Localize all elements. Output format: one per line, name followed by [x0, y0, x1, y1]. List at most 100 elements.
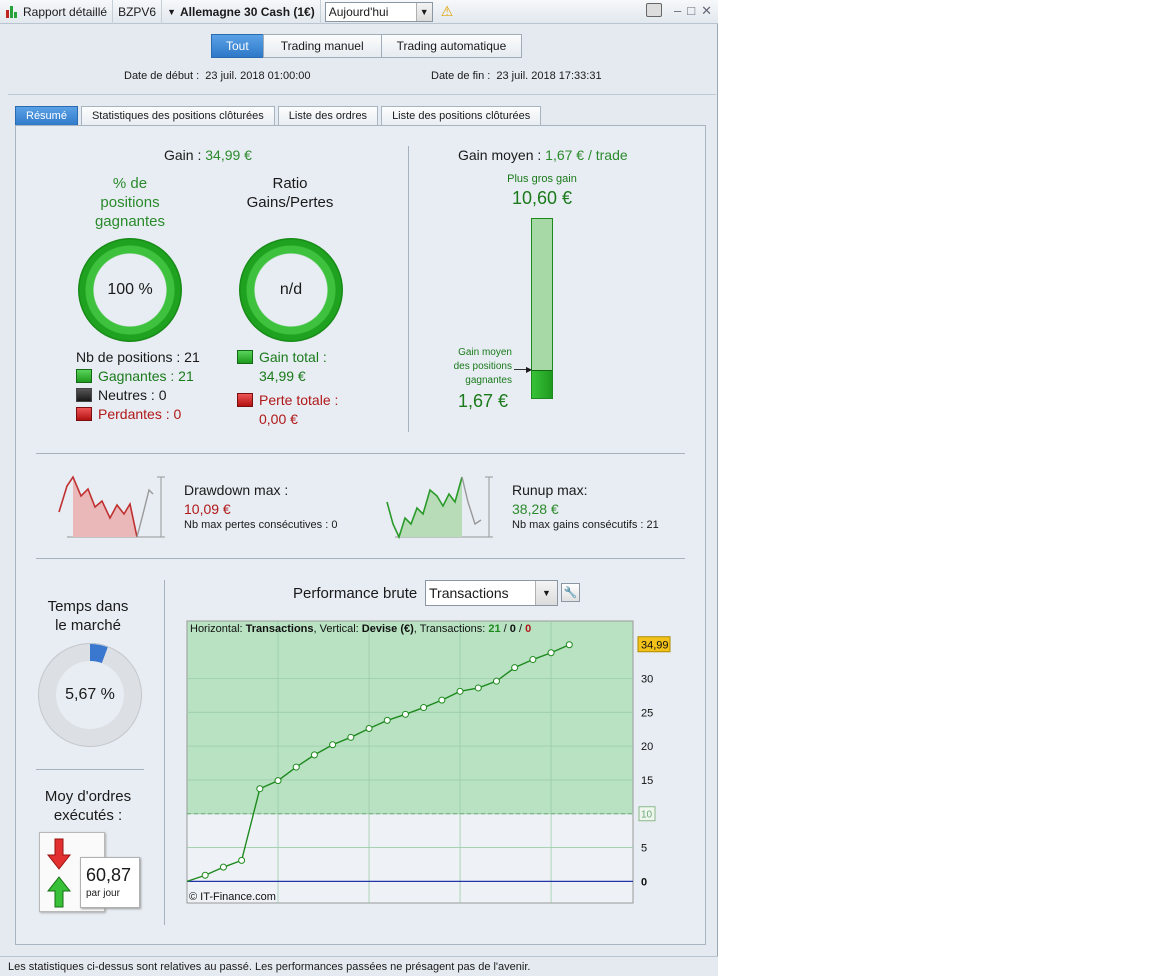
winners-count: Gagnantes : 21: [98, 368, 194, 384]
winrate-title-line: % de: [112, 175, 148, 192]
tab-summary[interactable]: Résumé: [15, 106, 78, 126]
y-tick-label: 0: [641, 876, 647, 888]
performance-mode-select[interactable]: Transactions ▼: [425, 580, 558, 606]
gain-value: 34,99 €: [205, 147, 252, 163]
divider: [408, 146, 409, 432]
loss-total-square-icon: [237, 393, 253, 407]
threshold-tag: 10: [638, 806, 656, 822]
chart-info-part: /: [501, 623, 510, 635]
report-title: Rapport détaillé: [0, 0, 114, 24]
end-date-value: 23 juil. 2018 17:33:31: [496, 70, 602, 82]
average-win-line: des positions: [453, 361, 512, 372]
market-time-value: 5,67 %: [65, 686, 115, 703]
chart-info-part: , Vertical:: [314, 623, 362, 635]
gain-label: Gain :: [164, 147, 202, 163]
data-point: [565, 641, 573, 649]
market-time-center: 5,67 %: [56, 661, 124, 729]
data-point: [256, 785, 264, 793]
x-tick-label: 10: [363, 909, 375, 910]
orders-value: 60,87: [86, 865, 132, 885]
chart-copyright: © IT-Finance.com: [189, 891, 276, 903]
data-point: [347, 733, 355, 741]
x-tick-label: 5: [275, 909, 281, 910]
losers-row: Perdantes : 0: [76, 405, 200, 424]
last-value-tag-text: 34,99: [641, 640, 669, 652]
mode-all-button[interactable]: Tout: [211, 34, 264, 58]
mode-manual-button[interactable]: Trading manuel: [262, 34, 382, 58]
x-tick-label: 20: [545, 909, 557, 910]
y-ticks: 0 5 15 20 25 30: [641, 673, 653, 888]
data-point: [456, 687, 464, 695]
drawdown-label: Drawdown max :: [184, 482, 289, 498]
losers-square-icon: [76, 407, 92, 421]
losers-count: Perdantes : 0: [98, 406, 182, 422]
instrument-selector[interactable]: ▼ Allemagne 30 Cash (1€): [162, 0, 321, 24]
close-icon[interactable]: ✕: [701, 3, 712, 19]
gain-total-square-icon: [237, 350, 253, 364]
account-label[interactable]: BZPV6: [113, 0, 163, 24]
data-point: [401, 710, 409, 718]
tab-orders[interactable]: Liste des ordres: [277, 106, 379, 126]
drawdown-sparkline: [58, 475, 165, 538]
neutral-count: Neutres : 0: [98, 387, 167, 403]
tab-closed-stats[interactable]: Statistiques des positions clôturées: [80, 106, 275, 126]
data-point: [529, 656, 537, 664]
data-point: [438, 696, 446, 704]
instrument-name: Allemagne 30 Cash (1€): [180, 4, 315, 19]
ratio-title-line: Ratio: [272, 175, 308, 192]
data-point: [547, 649, 555, 657]
report-title-text: Rapport détaillé: [23, 4, 108, 19]
positions-breakdown: Nb de positions : 21 Gagnantes : 21 Neut…: [76, 348, 200, 424]
data-point: [365, 725, 373, 733]
maximize-icon[interactable]: □: [687, 3, 695, 19]
chart-info-wins: 21: [488, 623, 500, 635]
gain-bar: [531, 218, 553, 399]
gain-total-label: Gain total :: [259, 349, 327, 365]
arrow-right-icon: ▶: [526, 365, 533, 374]
last-value-tag: 34,99: [637, 636, 671, 653]
data-point: [219, 863, 227, 871]
divider: [36, 558, 685, 559]
start-date-label: Date de début :: [124, 70, 200, 82]
y-tick-label: 20: [641, 741, 653, 753]
period-select[interactable]: Aujourd'hui ▼: [324, 1, 433, 22]
data-point: [420, 704, 428, 712]
start-date: Date de début : 23 juil. 2018 01:00:00: [124, 70, 311, 82]
winrate-value: 100 %: [107, 281, 153, 298]
wrench-icon[interactable]: 🔧: [561, 583, 580, 602]
ratio-gauge: n/d: [239, 238, 343, 342]
loss-total-value: 0,00 €: [259, 411, 298, 427]
chevron-down-icon[interactable]: ▼: [535, 581, 557, 605]
data-point: [274, 777, 282, 785]
average-gain-label: Gain moyen :: [458, 147, 542, 163]
average-gain: Gain moyen : 1,67 € / trade: [458, 147, 628, 163]
chart-info-vertical: Devise (€): [362, 623, 414, 635]
market-time-title-line: Temps dans: [47, 598, 129, 615]
y-tick-label: 15: [641, 775, 653, 787]
tab-closed-positions[interactable]: Liste des positions clôturées: [381, 106, 542, 126]
performance-chart: 0 5 15 20 25 30 5 10 15 20 Horizontal: Transacti…: [186, 620, 671, 910]
max-consecutive-gains: Nb max gains consécutifs : 21: [512, 519, 659, 531]
chevron-down-icon[interactable]: ▼: [415, 2, 432, 21]
printer-icon[interactable]: [646, 3, 662, 17]
biggest-gain-value: 10,60 €: [511, 188, 573, 208]
average-gain-fill: [532, 369, 552, 398]
period-value: Aujourd'hui: [328, 4, 389, 19]
report-tabs: Résumé Statistiques des positions clôtur…: [15, 106, 544, 126]
title-bar: Rapport détaillé BZPV6 ▼ Allemagne 30 Ca…: [0, 0, 718, 24]
end-date-label: Date de fin :: [431, 70, 491, 82]
report-window: Rapport détaillé BZPV6 ▼ Allemagne 30 Ca…: [0, 0, 718, 976]
warning-icon[interactable]: ⚠: [441, 3, 454, 20]
average-win-label: Gain moyen des positions gagnantes: [432, 346, 512, 388]
data-point: [310, 751, 318, 759]
start-date-value: 23 juil. 2018 01:00:00: [205, 70, 311, 82]
positions-count: Nb de positions : 21: [76, 349, 200, 365]
data-point: [201, 871, 209, 879]
data-point: [474, 684, 482, 692]
minimize-icon[interactable]: –: [674, 3, 681, 19]
orders-title: Moy d'ordres exécutés :: [30, 787, 146, 825]
y-tick-label: 25: [641, 707, 653, 719]
mode-auto-button[interactable]: Trading automatique: [380, 34, 523, 58]
data-point: [238, 856, 246, 864]
average-win-value: 1,67 €: [458, 391, 509, 411]
